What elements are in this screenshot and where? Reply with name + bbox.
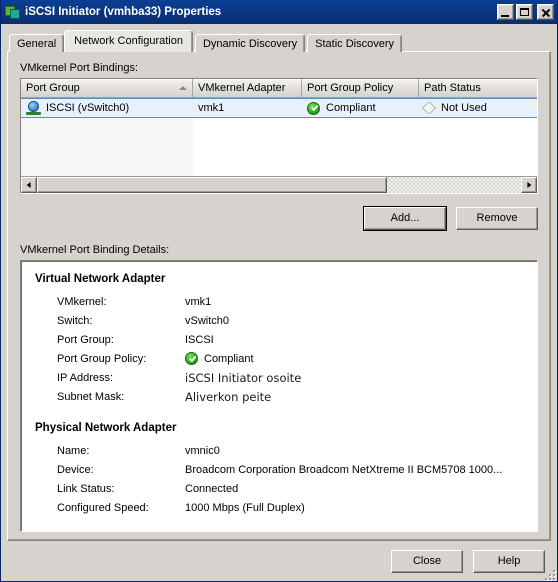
cell-port-group-label: ISCSI (vSwitch0) (46, 102, 130, 114)
detail-label-device: Device: (57, 463, 94, 476)
cell-path-status-label: Not Used (441, 102, 487, 114)
tab-static-discovery[interactable]: Static Discovery (307, 34, 402, 52)
scrollbar-track[interactable] (387, 177, 521, 193)
window-title: iSCSI Initiator (vmhba33) Properties (25, 6, 222, 18)
close-dialog-button[interactable]: Close (391, 549, 463, 573)
detail-label-port-group-policy: Port Group Policy: (57, 352, 147, 365)
details-label: VMkernel Port Binding Details: (20, 244, 170, 256)
detail-row-name: Name: vmnic0 (35, 441, 523, 460)
detail-row-configured-speed: Configured Speed: 1000 Mbps (Full Duplex… (35, 498, 523, 517)
close-button[interactable] (537, 4, 554, 20)
dialog-footer: Close Help (1, 541, 557, 581)
detail-value-port-group-policy: Compliant (185, 352, 254, 365)
detail-label-vmkernel: VMkernel: (57, 295, 107, 308)
port-binding-details-box: Virtual Network Adapter VMkernel: vmk1 S… (20, 260, 538, 532)
vmware-squares-icon (5, 4, 21, 20)
detail-row-switch: Switch: vSwitch0 (35, 311, 523, 330)
detail-label-name: Name: (57, 444, 90, 457)
green-check-icon (185, 352, 198, 365)
green-check-icon (307, 101, 320, 115)
minimize-button[interactable] (497, 4, 514, 20)
port-bindings-list[interactable]: Port Group VMkernel Adapter Port Group P… (20, 78, 538, 194)
table-row[interactable]: ISCSI (vSwitch0) vmk1 Compliant Not Used (21, 98, 537, 118)
help-button[interactable]: Help (473, 549, 545, 573)
detail-row-port-group: Port Group: ISCSI (35, 330, 523, 349)
horizontal-scrollbar[interactable] (21, 176, 537, 193)
list-action-buttons: Add... Remove (20, 206, 538, 231)
tab-general[interactable]: General (9, 34, 65, 52)
cell-port-group: ISCSI (vSwitch0) (21, 101, 193, 115)
detail-value-port-group-policy-label: Compliant (204, 352, 254, 365)
detail-value-vmkernel: vmk1 (185, 295, 212, 308)
column-header-port-group-label: Port Group (26, 81, 80, 94)
detail-value-name: vmnic0 (185, 444, 220, 457)
detail-value-subnet-mask: Aliverkon peite (185, 389, 272, 404)
detail-label-ip-address: IP Address: (57, 371, 114, 384)
scroll-right-button[interactable] (521, 177, 537, 193)
add-button[interactable]: Add... (363, 206, 447, 231)
detail-label-link-status: Link Status: (57, 482, 115, 495)
maximize-button[interactable] (516, 4, 533, 20)
list-body: ISCSI (vSwitch0) vmk1 Compliant Not Used (21, 98, 537, 176)
tab-strip: General Network Configuration Dynamic Di… (9, 30, 557, 52)
detail-row-device: Device: Broadcom Corporation Broadcom Ne… (35, 460, 523, 479)
scroll-left-button[interactable] (21, 177, 37, 193)
network-configuration-panel: VMkernel Port Bindings: Port Group VMker… (7, 51, 551, 541)
detail-value-ip-address: iSCSI Initiator osoite (185, 370, 302, 385)
column-header-vmkernel-adapter[interactable]: VMkernel Adapter (193, 79, 302, 97)
title-bar: iSCSI Initiator (vmhba33) Properties (1, 0, 557, 24)
detail-value-port-group: ISCSI (185, 333, 214, 346)
detail-row-vmkernel: VMkernel: vmk1 (35, 292, 523, 311)
tab-dynamic-discovery[interactable]: Dynamic Discovery (194, 34, 306, 52)
tab-network-configuration[interactable]: Network Configuration (64, 30, 193, 52)
column-header-port-group-policy[interactable]: Port Group Policy (302, 79, 419, 97)
detail-value-configured-speed: 1000 Mbps (Full Duplex) (185, 501, 305, 514)
sort-ascending-icon (179, 86, 187, 90)
column-header-port-group[interactable]: Port Group (21, 79, 193, 97)
cell-port-group-policy: Compliant (302, 101, 419, 115)
detail-label-subnet-mask: Subnet Mask: (57, 390, 125, 403)
detail-row-link-status: Link Status: Connected (35, 479, 523, 498)
detail-label-switch: Switch: (57, 314, 93, 327)
detail-label-configured-speed: Configured Speed: (57, 501, 149, 514)
iscsi-initiator-properties-window: iSCSI Initiator (vmhba33) Properties Gen… (0, 0, 558, 582)
detail-label-port-group: Port Group: (57, 333, 114, 346)
scrollbar-thumb[interactable] (37, 177, 387, 193)
detail-row-subnet-mask: Subnet Mask: Aliverkon peite (35, 387, 523, 406)
detail-value-switch: vSwitch0 (185, 314, 230, 327)
cell-vmkernel-adapter: vmk1 (198, 102, 225, 114)
column-header-path-status[interactable]: Path Status (419, 79, 537, 97)
detail-value-link-status: Connected (185, 482, 239, 495)
remove-button[interactable]: Remove (456, 207, 538, 230)
cell-port-group-policy-label: Compliant (326, 102, 376, 114)
list-header-row: Port Group VMkernel Adapter Port Group P… (21, 79, 537, 98)
network-globe-icon (26, 101, 41, 115)
detail-row-port-group-policy: Port Group Policy: Compliant (35, 349, 523, 368)
port-bindings-label: VMkernel Port Bindings: (20, 62, 138, 74)
physical-network-adapter-title: Physical Network Adapter (35, 422, 177, 434)
gray-diamond-icon (421, 102, 437, 114)
detail-value-device: Broadcom Corporation Broadcom NetXtreme … (185, 463, 503, 476)
detail-row-ip-address: IP Address: iSCSI Initiator osoite (35, 368, 523, 387)
cell-path-status: Not Used (419, 102, 537, 114)
virtual-network-adapter-title: Virtual Network Adapter (35, 273, 166, 285)
resize-grip[interactable] (543, 568, 555, 580)
window-controls (497, 4, 554, 20)
